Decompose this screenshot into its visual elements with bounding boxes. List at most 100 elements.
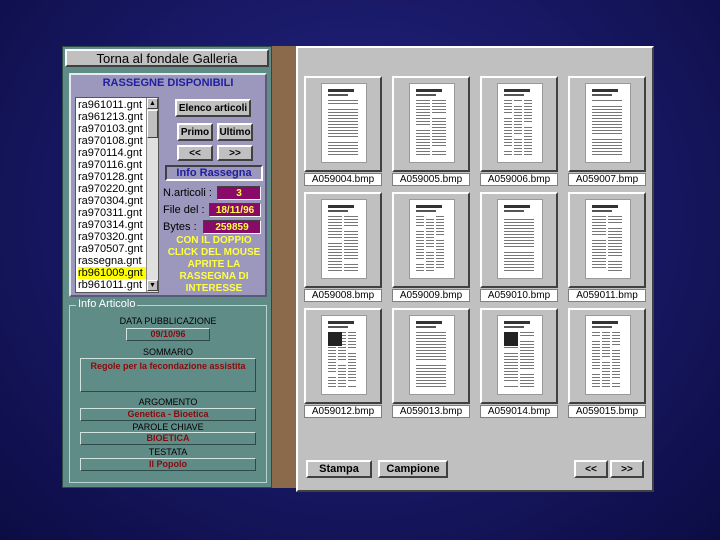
sommario-label: SOMMARIO: [142, 347, 193, 357]
thumbnail-tile[interactable]: A059005.bmp: [392, 76, 470, 186]
newspaper-page-icon: [586, 316, 630, 394]
thumbnail-image[interactable]: [568, 76, 646, 172]
thumbnail-image[interactable]: [480, 308, 558, 404]
thumbnail-label: A059014.bmp: [480, 405, 558, 418]
ultimo-button[interactable]: Ultimo: [217, 123, 253, 141]
bytes-label: Bytes :: [163, 221, 197, 233]
rassegne-panel: RASSEGNE DISPONIBILI ra961011.gnt ra96121…: [69, 73, 267, 297]
file-list-item[interactable]: rb961011.gnt: [78, 279, 146, 291]
thumbnail-tile[interactable]: A059008.bmp: [304, 192, 382, 302]
parole-chiave-value: BIOETICA: [80, 432, 256, 445]
parole-chiave-label: PAROLE CHIAVE: [132, 422, 204, 432]
thumbnail-tile[interactable]: A059012.bmp: [304, 308, 382, 418]
file-list-item[interactable]: ra970314.gnt: [78, 219, 146, 231]
file-list-item[interactable]: ra970507.gnt: [78, 243, 146, 255]
file-list-item[interactable]: ra970114.gnt: [78, 147, 146, 159]
thumbnail-tile[interactable]: A059015.bmp: [568, 308, 646, 418]
testata-label: TESTATA: [148, 447, 188, 457]
thumbnail-image[interactable]: [568, 192, 646, 288]
thumbnail-label: A059007.bmp: [568, 173, 646, 186]
stampa-button[interactable]: Stampa: [306, 460, 372, 478]
back-to-gallery-button[interactable]: Torna al fondale Galleria: [65, 49, 269, 67]
file-list-item[interactable]: rassegna.gnt: [78, 255, 146, 267]
thumbnail-label: A059005.bmp: [392, 173, 470, 186]
file-list-item[interactable]: ra970220.gnt: [78, 183, 146, 195]
primo-button[interactable]: Primo: [177, 123, 213, 141]
thumbnail-image[interactable]: [480, 76, 558, 172]
gallery-prev-button[interactable]: <<: [574, 460, 608, 478]
file-list-item[interactable]: ra961213.gnt: [78, 111, 146, 123]
thumbnail-tile[interactable]: A059006.bmp: [480, 76, 558, 186]
gallery-next-button[interactable]: >>: [610, 460, 644, 478]
newspaper-page-icon: [322, 316, 366, 394]
file-list-scrollbar[interactable]: ▲ ▼: [146, 98, 158, 292]
file-list-item[interactable]: ra961011.gnt: [78, 99, 146, 111]
thumbnail-image[interactable]: [392, 76, 470, 172]
file-list-item[interactable]: ra970304.gnt: [78, 195, 146, 207]
thumbnail-image[interactable]: [392, 308, 470, 404]
newspaper-page-icon: [410, 316, 454, 394]
elenco-articoli-button[interactable]: Elenco articoli: [175, 99, 251, 117]
argomento-label: ARGOMENTO: [138, 397, 198, 407]
next-rassegna-button[interactable]: >>: [217, 145, 253, 161]
thumbnail-tile[interactable]: A059007.bmp: [568, 76, 646, 186]
thumbnail-image[interactable]: [392, 192, 470, 288]
data-pubblicazione-value: 09/10/96: [126, 328, 210, 341]
file-list-item[interactable]: rb961009.gnt: [78, 267, 146, 279]
campione-button[interactable]: Campione: [378, 460, 448, 478]
file-del-value: 18/11/96: [209, 203, 261, 217]
file-list[interactable]: ra961011.gnt ra961213.gnt ra970103.gnt ra97…: [75, 97, 159, 293]
newspaper-page-icon: [322, 84, 366, 162]
data-pubblicazione-label: DATA PUBBLICAZIONE: [119, 316, 217, 326]
prev-rassegna-button[interactable]: <<: [177, 145, 213, 161]
background-photo-strip: [272, 46, 298, 488]
scroll-thumb[interactable]: [147, 110, 158, 138]
thumbnail-image[interactable]: [304, 192, 382, 288]
file-list-item[interactable]: ra970108.gnt: [78, 135, 146, 147]
bytes-value: 259859: [203, 220, 261, 234]
newspaper-page-icon: [586, 200, 630, 278]
info-articolo-title: Info Articolo: [76, 298, 138, 310]
scroll-down-arrow-icon[interactable]: ▼: [147, 280, 158, 291]
thumbnail-image[interactable]: [304, 76, 382, 172]
instruction-text: CON IL DOPPIO CLICK DEL MOUSE APRITE LA …: [167, 235, 261, 294]
n-articoli-label: N.articoli :: [163, 187, 212, 199]
file-list-item[interactable]: ra970128.gnt: [78, 171, 146, 183]
file-list-item[interactable]: ra970311.gnt: [78, 207, 146, 219]
thumbnail-tile[interactable]: A059011.bmp: [568, 192, 646, 302]
newspaper-page-icon: [586, 84, 630, 162]
thumbnail-label: A059015.bmp: [568, 405, 646, 418]
argomento-value: Genetica - Bioetica: [80, 408, 256, 421]
thumbnail-label: A059011.bmp: [568, 289, 646, 302]
gallery-panel: A059004.bmp A059005.bmp A059006.bmp A059007…: [296, 46, 654, 492]
thumbnail-label: A059010.bmp: [480, 289, 558, 302]
file-del-label: File del :: [163, 204, 205, 216]
left-panel: Torna al fondale Galleria RASSEGNE DISPO…: [62, 46, 272, 488]
thumbnail-label: A059009.bmp: [392, 289, 470, 302]
thumbnail-image[interactable]: [304, 308, 382, 404]
thumbnail-tile[interactable]: A059004.bmp: [304, 76, 382, 186]
newspaper-page-icon: [498, 316, 542, 394]
file-list-item[interactable]: ra970103.gnt: [78, 123, 146, 135]
newspaper-page-icon: [498, 200, 542, 278]
thumbnail-tile[interactable]: A059014.bmp: [480, 308, 558, 418]
thumbnail-label: A059008.bmp: [304, 289, 382, 302]
thumbnail-label: A059004.bmp: [304, 173, 382, 186]
thumbnail-image[interactable]: [568, 308, 646, 404]
info-rassegna-title: Info Rassegna: [165, 165, 263, 181]
file-list-item[interactable]: ra970116.gnt: [78, 159, 146, 171]
thumbnail-label: A059013.bmp: [392, 405, 470, 418]
newspaper-page-icon: [322, 200, 366, 278]
file-list-item[interactable]: ra970320.gnt: [78, 231, 146, 243]
thumbnail-tile[interactable]: A059010.bmp: [480, 192, 558, 302]
thumbnail-image[interactable]: [480, 192, 558, 288]
thumbnail-tile[interactable]: A059009.bmp: [392, 192, 470, 302]
thumbnail-label: A059006.bmp: [480, 173, 558, 186]
rassegne-title: RASSEGNE DISPONIBILI: [102, 77, 234, 89]
n-articoli-value: 3: [217, 186, 261, 200]
scroll-up-arrow-icon[interactable]: ▲: [147, 98, 158, 109]
thumbnail-tile[interactable]: A059013.bmp: [392, 308, 470, 418]
sommario-value: Regole per la fecondazione assistita: [80, 358, 256, 392]
newspaper-page-icon: [410, 200, 454, 278]
testata-value: Il Popolo: [80, 458, 256, 471]
